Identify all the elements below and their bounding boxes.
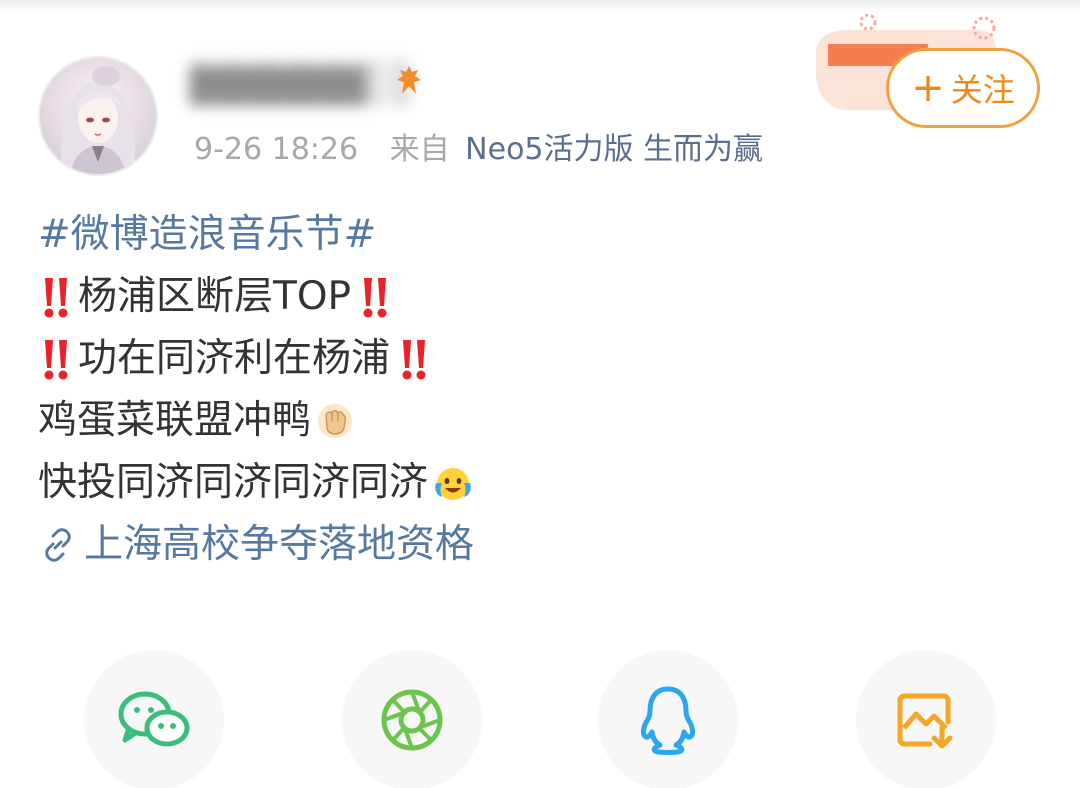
- content-line: 快投同济同济同济同济: [38, 452, 1038, 514]
- qq-icon: [641, 686, 695, 755]
- share-bar: [0, 650, 1080, 788]
- content-text: 杨浦区断层TOP: [78, 274, 352, 319]
- super-topic-link[interactable]: 上海高校争夺落地资格: [38, 514, 1038, 576]
- member-badge-icon: [397, 66, 421, 94]
- plus-icon: +: [911, 65, 945, 111]
- username[interactable]: ▇▇▇▇▇▇: [190, 60, 410, 106]
- post-content: #微博造浪音乐节# 杨浦区断层TOP 功在同济利在杨浦 鸡蛋菜联盟冲鸭 快投同济…: [38, 204, 1038, 576]
- wechat-icon: [118, 691, 190, 747]
- avatar-illustration: [60, 66, 136, 174]
- double-exclamation-icon: [363, 278, 387, 318]
- follow-button[interactable]: + 关注: [886, 48, 1040, 128]
- link-text[interactable]: 上海高校争夺落地资格: [84, 514, 474, 576]
- follow-label: 关注: [950, 71, 1015, 109]
- content-line: 杨浦区断层TOP: [38, 266, 1038, 328]
- share-moments-button[interactable]: [342, 650, 482, 788]
- double-exclamation-icon: [402, 340, 426, 380]
- content-text: 鸡蛋菜联盟冲鸭: [38, 398, 312, 443]
- tears-of-joy-emoji-icon: [435, 468, 471, 500]
- avatar[interactable]: [38, 56, 158, 176]
- save-image-icon: [897, 693, 953, 749]
- post-source-label: 来自: [389, 132, 450, 167]
- save-image-button[interactable]: [856, 650, 996, 788]
- moments-icon: [381, 689, 443, 751]
- post-time: 9-26 18:26: [194, 132, 359, 167]
- post-device[interactable]: Neo5活力版 生而为赢: [465, 132, 763, 167]
- post-meta: 9-26 18:26 来自 Neo5活力版 生而为赢: [194, 130, 763, 170]
- double-exclamation-icon: [44, 278, 68, 318]
- content-line: 鸡蛋菜联盟冲鸭: [38, 390, 1038, 452]
- share-wechat-button[interactable]: [84, 650, 224, 788]
- share-qq-button[interactable]: [598, 650, 738, 788]
- topic-hashtag[interactable]: #微博造浪音乐节#: [38, 204, 376, 266]
- double-exclamation-icon: [44, 340, 68, 380]
- link-icon: [45, 528, 71, 562]
- weibo-post-page: ▇▇▇▇▇▇ 9-26 18:26 来自 Neo5活力版 生而为赢 + 关注 #…: [0, 0, 1080, 788]
- content-text: 快投同济同济同济同济: [38, 460, 429, 505]
- content-text: 功在同济利在杨浦: [78, 336, 391, 381]
- content-line: 功在同济利在杨浦: [38, 328, 1038, 390]
- fist-emoji-icon: [318, 404, 353, 438]
- top-divider: [0, 0, 1080, 12]
